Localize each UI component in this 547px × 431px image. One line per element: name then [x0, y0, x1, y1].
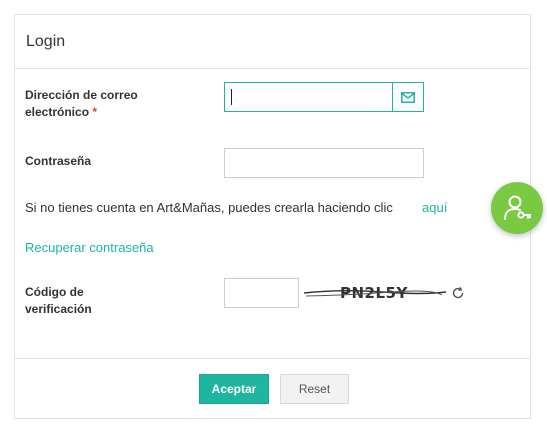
login-fab-button[interactable]: [491, 182, 543, 234]
recover-password-link[interactable]: Recuperar contraseña: [25, 240, 154, 255]
text-cursor: [231, 89, 232, 105]
user-key-icon: [504, 195, 531, 220]
register-link[interactable]: aquí: [422, 200, 447, 215]
submit-button[interactable]: Aceptar: [199, 374, 269, 404]
panel-header: Login: [15, 15, 530, 69]
captcha-label-line2: verificación: [25, 302, 92, 316]
panel-footer: [15, 358, 530, 420]
password-field[interactable]: [224, 148, 424, 178]
email-input-group: [224, 82, 424, 112]
captcha-input[interactable]: [224, 278, 299, 308]
email-label-line1: Dirección de correo: [25, 88, 138, 102]
captcha-label: Código de verificación: [25, 284, 92, 318]
reset-button[interactable]: Reset: [280, 374, 349, 404]
email-addon: [392, 83, 423, 111]
refresh-icon[interactable]: [451, 286, 465, 300]
email-label: Dirección de correo electrónico *: [25, 87, 138, 121]
register-prompt-text: Si no tienes cuenta en Art&Mañas, puedes…: [25, 200, 393, 215]
envelope-icon: [401, 91, 415, 103]
captcha-label-line1: Código de: [25, 285, 84, 299]
captcha-image: PN2L5Y: [303, 284, 447, 302]
login-panel: Login: [14, 14, 531, 419]
page-title: Login: [26, 32, 66, 50]
required-mark: *: [92, 105, 98, 119]
register-prompt: Si no tienes cuenta en Art&Mañas, puedes…: [25, 200, 393, 215]
email-field[interactable]: [225, 83, 392, 111]
password-label: Contraseña: [25, 154, 92, 168]
email-label-line2: electrónico: [25, 105, 90, 119]
